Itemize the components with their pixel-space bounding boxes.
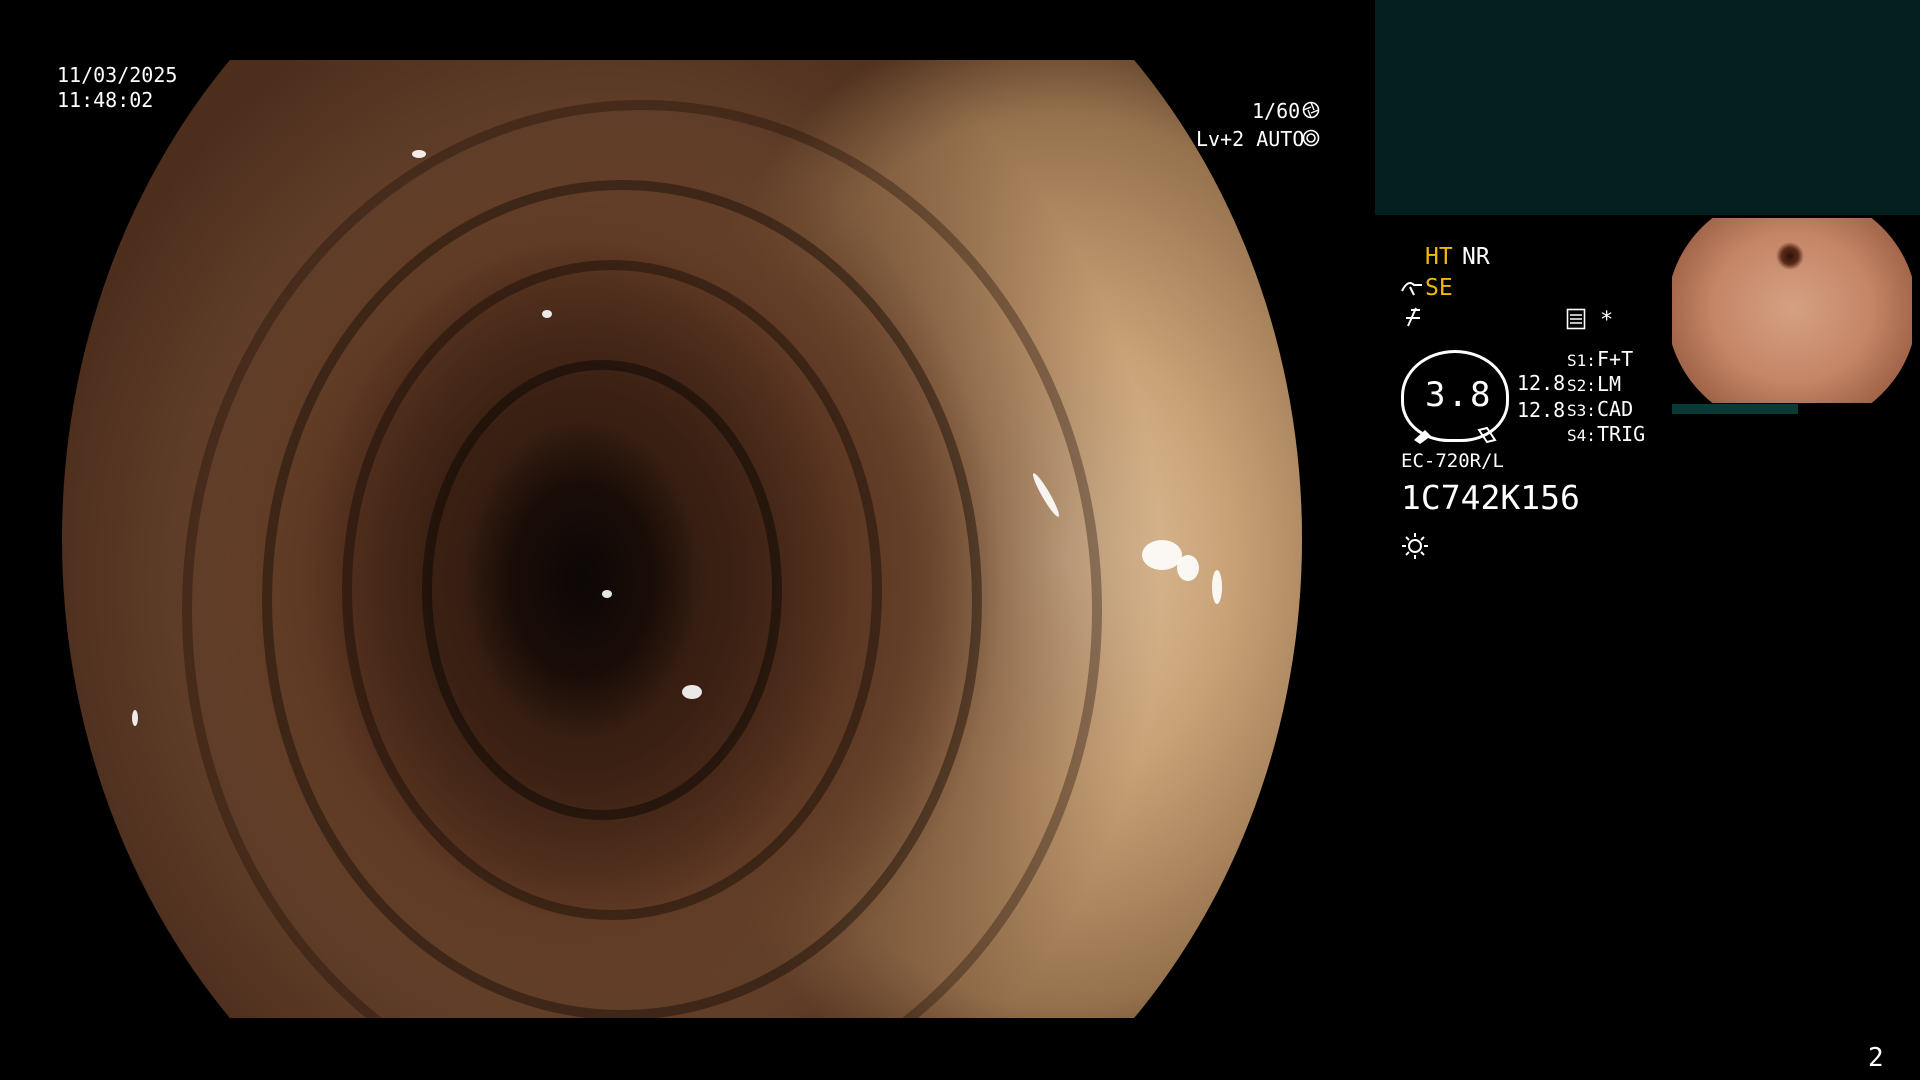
freeze-icon — [1406, 307, 1420, 327]
switch-1-value: F+T — [1597, 347, 1634, 371]
reading-2: 12.8 — [1517, 398, 1566, 422]
memo-icon — [1566, 308, 1586, 330]
scope-model: EC-720R/L — [1401, 450, 1504, 472]
endoscope-main-view — [62, 60, 1302, 1018]
switch-3-key: S3: — [1567, 401, 1596, 420]
mode-ht: HT — [1425, 244, 1453, 270]
page-number: 2 — [1868, 1043, 1884, 1073]
thumbnail-bar — [1672, 404, 1798, 414]
switch-4-value: TRIG — [1597, 422, 1646, 446]
switch-1-key: S1: — [1567, 351, 1596, 370]
reference-thumbnail — [1672, 218, 1912, 403]
exam-date: 11/03/2025 — [57, 63, 178, 87]
switch-3-value: CAD — [1597, 397, 1634, 421]
switch-2-value: LM — [1597, 372, 1622, 396]
asterisk-indicator: * — [1600, 308, 1614, 333]
mode-se: SE — [1425, 275, 1453, 301]
gauge-markers — [1414, 426, 1497, 444]
light-icon — [1402, 533, 1428, 559]
gauge-value: 3.8 — [1425, 375, 1493, 415]
aperture-icon — [1302, 101, 1320, 119]
scope-icon — [1401, 282, 1422, 296]
reading-1: 12.8 — [1517, 371, 1566, 395]
auto-iris-icon — [1302, 129, 1320, 147]
mode-nr: NR — [1462, 244, 1490, 270]
shutter-speed: 1/60 — [1252, 99, 1301, 123]
scope-serial: 1C742K156 — [1401, 478, 1580, 517]
switch-2-key: S2: — [1567, 376, 1596, 395]
switch-4-key: S4: — [1567, 426, 1596, 445]
exam-time: 11:48:02 — [57, 88, 154, 112]
info-panel-top — [1375, 0, 1920, 215]
level-auto: Lv+2 AUTO — [1196, 127, 1305, 151]
